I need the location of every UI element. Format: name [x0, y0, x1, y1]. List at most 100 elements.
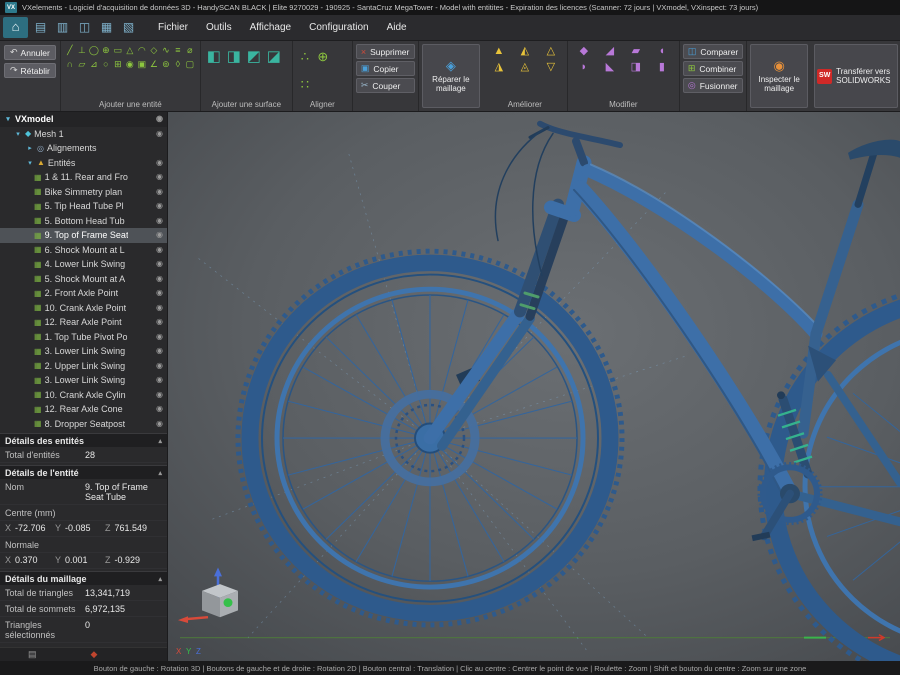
tree-item-entity[interactable]: ▦ 5. Shock Mount at A ◉: [0, 272, 167, 287]
tree-item-entity[interactable]: ▦ 1 & 11. Rear and Fro ◉: [0, 170, 167, 185]
delete-button[interactable]: × Supprimer: [356, 44, 415, 59]
tree-item-entity[interactable]: ▦ 2. Upper Link Swing ◉: [0, 359, 167, 374]
tree-item-entity[interactable]: ▦ 2. Front Axle Point ◉: [0, 286, 167, 301]
add-entity-icon[interactable]: ╱: [64, 43, 76, 57]
add-entity-icon[interactable]: ∩: [64, 57, 76, 71]
quick-icon[interactable]: ▧: [118, 17, 139, 38]
add-surface-icon[interactable]: ◪: [264, 43, 284, 71]
undo-button[interactable]: ↶ Annuler: [4, 45, 56, 60]
modify-icon[interactable]: ▰: [623, 43, 649, 59]
align-icon[interactable]: ∴: [296, 43, 314, 71]
add-entity-icon[interactable]: ▢: [184, 57, 196, 71]
visibility-eye-icon[interactable]: ◉: [156, 275, 163, 283]
add-entity-icon[interactable]: ⊥: [76, 43, 88, 57]
tree-item-entity[interactable]: ▦ 3. Lower Link Swing ◉: [0, 373, 167, 388]
improve-icon[interactable]: △: [538, 43, 564, 59]
visibility-eye-icon[interactable]: ◉: [156, 347, 163, 355]
add-entity-icon[interactable]: ◇: [148, 43, 160, 57]
quick-icon[interactable]: ▥: [52, 17, 73, 38]
visibility-eye-icon[interactable]: ◉: [156, 304, 163, 312]
menu-item[interactable]: Fichier: [149, 18, 197, 37]
tree-item-entity[interactable]: ▦ 1. Top Tube Pivot Po ◉: [0, 330, 167, 345]
quick-icon[interactable]: ◫: [74, 17, 95, 38]
mesh-details-header[interactable]: Détails du maillage ▴: [0, 571, 167, 585]
tree-item-entity[interactable]: ▦ 5. Bottom Head Tub ◉: [0, 214, 167, 229]
modify-icon[interactable]: ◢: [597, 43, 623, 59]
visibility-eye-icon[interactable]: ◉: [156, 130, 163, 138]
modify-icon[interactable]: ◖: [649, 43, 675, 59]
add-entity-icon[interactable]: ○: [100, 57, 112, 71]
add-entity-icon[interactable]: ⊕: [100, 43, 112, 57]
tree-item-entity[interactable]: ▦ 4. Lower Link Swing ◉: [0, 257, 167, 272]
home-icon[interactable]: ⌂: [3, 17, 28, 38]
collapse-icon[interactable]: ▴: [158, 575, 162, 583]
add-surface-icon[interactable]: ◧: [204, 43, 224, 71]
improve-icon[interactable]: ◬: [512, 59, 538, 75]
align-icon[interactable]: ∷: [296, 71, 314, 99]
add-entity-icon[interactable]: ⊿: [88, 57, 100, 71]
caret-down-icon[interactable]: ▾: [26, 159, 34, 167]
add-surface-icon[interactable]: ◩: [244, 43, 264, 71]
menu-item[interactable]: Outils: [197, 18, 241, 37]
redo-button[interactable]: ↷ Rétablir: [4, 63, 56, 78]
compare-button[interactable]: ◫ Comparer: [683, 44, 743, 59]
menu-item[interactable]: Aide: [378, 18, 416, 37]
visibility-eye-icon[interactable]: ◉: [156, 217, 163, 225]
list-view-icon[interactable]: ▤: [28, 649, 37, 660]
add-entity-icon[interactable]: ▭: [112, 43, 124, 57]
modify-icon[interactable]: ◆: [571, 43, 597, 59]
tree-item-mesh[interactable]: ▾ ◆ Mesh 1 ◉: [0, 127, 167, 142]
align-icon[interactable]: ⊕: [314, 43, 332, 71]
scene-canvas[interactable]: X Y Z: [168, 112, 900, 661]
inspect-mesh-button[interactable]: ◉ Inspecter le maillage: [750, 44, 808, 108]
visibility-eye-icon[interactable]: ◉: [156, 391, 163, 399]
visibility-eye-icon[interactable]: ◉: [156, 188, 163, 196]
add-entity-icon[interactable]: ◠: [136, 43, 148, 57]
visibility-eye-icon[interactable]: ◉: [156, 376, 163, 384]
add-entity-icon[interactable]: ◊: [172, 57, 184, 71]
collapse-icon[interactable]: ▴: [158, 437, 162, 445]
tree-item-entity[interactable]: ▦ 10. Crank Axle Cylin ◉: [0, 388, 167, 403]
transfer-solidworks-button[interactable]: SW Transférer vers SOLIDWORKS: [814, 44, 898, 108]
add-surface-icon[interactable]: ◨: [224, 43, 244, 71]
merge-button[interactable]: ◎ Fusionner: [683, 78, 743, 93]
add-entity-icon[interactable]: ∠: [148, 57, 160, 71]
tree-item-vxmodel[interactable]: ▾ VXmodel ◉: [0, 112, 167, 127]
entities-details-header[interactable]: Détails des entités ▴: [0, 433, 167, 447]
visibility-eye-icon[interactable]: ◉: [156, 333, 163, 341]
visibility-eye-icon[interactable]: ◉: [156, 173, 163, 181]
tree-item-entity[interactable]: ▦ 5. Tip Head Tube Pl ◉: [0, 199, 167, 214]
copy-button[interactable]: ▣ Copier: [356, 61, 415, 76]
tree-item-entity[interactable]: ▦ 6. Shock Mount at L ◉: [0, 243, 167, 258]
viewport-3d[interactable]: X Y Z: [168, 112, 900, 661]
improve-icon[interactable]: ▽: [538, 59, 564, 75]
visibility-eye-icon[interactable]: ◉: [156, 159, 163, 167]
add-entity-icon[interactable]: ◯: [88, 43, 100, 57]
visibility-eye-icon[interactable]: ◉: [156, 318, 163, 326]
add-entity-icon[interactable]: ▱: [76, 57, 88, 71]
add-entity-icon[interactable]: ◉: [124, 57, 136, 71]
visibility-eye-icon[interactable]: ◉: [156, 405, 163, 413]
quick-icon[interactable]: ▤: [30, 17, 51, 38]
combine-button[interactable]: ⊞ Combiner: [683, 61, 743, 76]
visibility-eye-icon[interactable]: ◉: [156, 231, 163, 239]
tree-item-entities[interactable]: ▾ ▲ Entités ◉: [0, 156, 167, 171]
add-entity-icon[interactable]: ⊞: [112, 57, 124, 71]
add-entity-icon[interactable]: ∿: [160, 43, 172, 57]
menu-item[interactable]: Configuration: [300, 18, 377, 37]
tree-item-entity[interactable]: ▦ 12. Rear Axle Point ◉: [0, 315, 167, 330]
add-entity-icon[interactable]: ⊚: [160, 57, 172, 71]
improve-icon[interactable]: ◭: [512, 43, 538, 59]
add-entity-icon[interactable]: △: [124, 43, 136, 57]
modify-icon[interactable]: ▮: [649, 59, 675, 75]
improve-icon[interactable]: ◮: [486, 59, 512, 75]
visibility-eye-icon[interactable]: ◉: [156, 246, 163, 254]
add-entity-icon[interactable]: ≡: [172, 43, 184, 57]
caret-down-icon[interactable]: ▾: [4, 115, 12, 123]
entity-details-header[interactable]: Détails de l'entité ▴: [0, 465, 167, 479]
visibility-eye-icon[interactable]: ◉: [156, 289, 163, 297]
add-entity-icon[interactable]: ⌀: [184, 43, 196, 57]
tree-item-entity[interactable]: ▦ 12. Rear Axle Cone ◉: [0, 402, 167, 417]
tree-item-entity[interactable]: ▦ 3. Lower Link Swing ◉: [0, 344, 167, 359]
tree-item-alignments[interactable]: ▸ ◎ Alignements: [0, 141, 167, 156]
